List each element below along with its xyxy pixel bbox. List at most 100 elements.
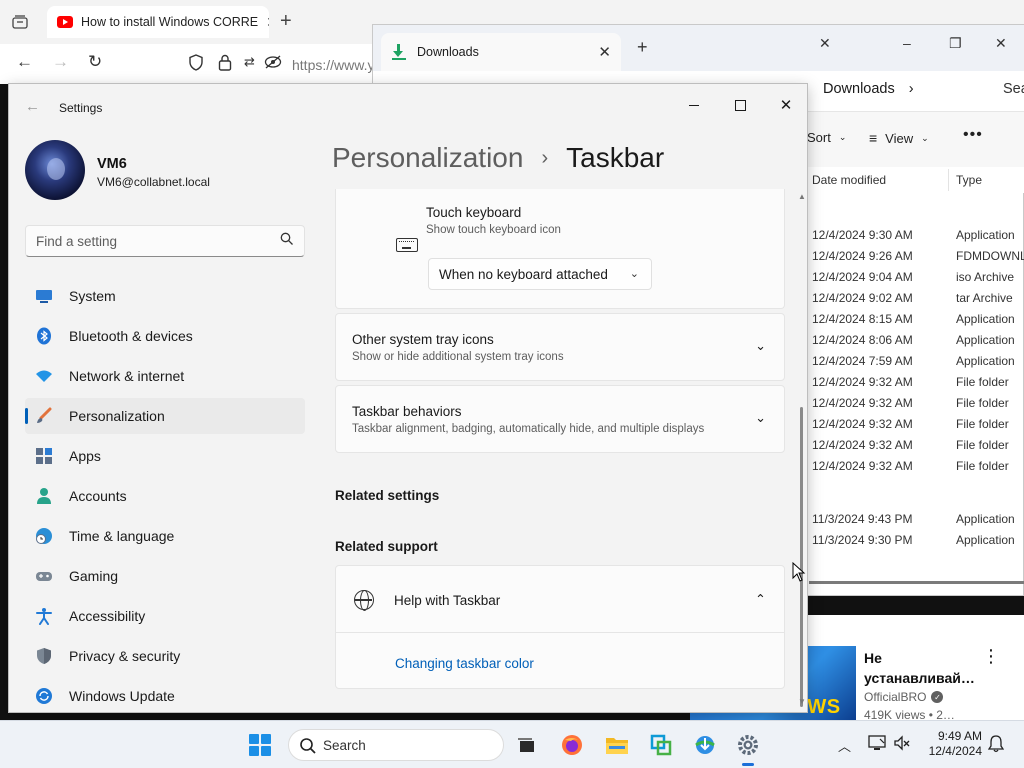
nav-item-accounts[interactable]: Accounts: [25, 478, 305, 514]
more-options-icon[interactable]: •••: [963, 126, 983, 144]
setting-title: Taskbar behaviors: [352, 404, 462, 419]
other-tray-icons-card[interactable]: Other system tray icons Show or hide add…: [335, 313, 785, 381]
user-profile[interactable]: VM6 VM6@collabnet.local: [25, 140, 305, 204]
system-clock[interactable]: 9:49 AM 12/4/2024: [924, 729, 982, 759]
more-options-icon[interactable]: ⋮: [982, 646, 1000, 667]
file-type: Application: [956, 512, 1015, 526]
column-divider[interactable]: [948, 169, 949, 191]
download-manager-icon[interactable]: [690, 730, 720, 760]
notification-bell-icon[interactable]: [987, 735, 1005, 756]
maximize-icon[interactable]: ❐: [949, 35, 962, 52]
close-tab-icon[interactable]: ✕: [266, 14, 269, 31]
video-title[interactable]: Не устанавливай…: [864, 648, 975, 688]
search-icon: [280, 232, 293, 245]
forward-icon[interactable]: →: [52, 52, 69, 72]
tab-actions-icon[interactable]: [8, 10, 32, 34]
setting-subtitle: Show touch keyboard icon: [426, 224, 561, 236]
vm-app-icon[interactable]: [646, 730, 676, 760]
close-button[interactable]: ✕: [763, 90, 807, 120]
nav-item-bluetooth[interactable]: Bluetooth & devices: [25, 318, 305, 354]
nav-item-time-language[interactable]: Time & language: [25, 518, 305, 554]
settings-window: ← Settings ✕ VM6 VM6@collabnet.local Fin…: [8, 83, 808, 713]
nav-label: Bluetooth & devices: [69, 328, 193, 344]
settings-app-icon[interactable]: [733, 730, 763, 766]
help-title[interactable]: Help with Taskbar: [394, 593, 500, 608]
chevron-down-icon: ⌄: [755, 410, 766, 425]
nav-item-accessibility[interactable]: Accessibility: [25, 598, 305, 634]
column-date-modified[interactable]: Date modified: [812, 173, 886, 187]
touch-keyboard-dropdown[interactable]: When no keyboard attached ⌄: [428, 258, 652, 290]
maximize-button[interactable]: [717, 90, 763, 120]
breadcrumb[interactable]: Downloads ›: [823, 81, 914, 97]
taskbar-search-label: Search: [323, 738, 366, 753]
tracking-off-icon[interactable]: [264, 54, 282, 75]
shield-icon[interactable]: [188, 54, 204, 76]
nav-label: Time & language: [69, 528, 175, 544]
gamepad-icon: [36, 572, 52, 581]
volume-muted-icon[interactable]: [893, 735, 911, 754]
nav-item-privacy[interactable]: Privacy & security: [25, 638, 305, 674]
file-type: iso Archive: [956, 270, 1015, 284]
sort-label: Sort: [807, 130, 831, 145]
breadcrumb-item[interactable]: Downloads: [823, 81, 895, 97]
new-tab-button[interactable]: +: [280, 10, 292, 33]
browser-tab[interactable]: How to install Windows CORRE ✕: [47, 6, 269, 38]
back-arrow-icon[interactable]: ←: [25, 98, 40, 115]
chevron-right-icon: ›: [908, 81, 914, 97]
nav-item-gaming[interactable]: Gaming: [25, 558, 305, 594]
minimize-icon[interactable]: ✕: [819, 35, 831, 52]
update-icon: [36, 688, 52, 704]
new-tab-button[interactable]: +: [637, 37, 648, 58]
nav-item-network[interactable]: Network & internet: [25, 358, 305, 394]
avatar[interactable]: [25, 140, 85, 200]
firefox-icon[interactable]: [557, 730, 587, 760]
reload-icon[interactable]: ↻: [88, 52, 102, 72]
setting-title: Touch keyboard: [426, 205, 522, 220]
url-bar[interactable]: https://www.y: [292, 57, 374, 73]
nav-label: Gaming: [69, 568, 119, 584]
file-date: 12/4/2024 9:02 AM: [812, 291, 913, 305]
minimize-button[interactable]: [671, 90, 717, 120]
browser-tab-title: How to install Windows CORRE: [81, 15, 259, 29]
sort-button[interactable]: Sort ⌄: [807, 130, 846, 145]
settings-search-input[interactable]: Find a setting: [25, 225, 305, 257]
apps-icon: [36, 448, 52, 464]
file-date: 12/4/2024 9:32 AM: [812, 375, 913, 389]
start-button[interactable]: [249, 734, 271, 756]
vertical-scrollbar[interactable]: ▲ ▼: [798, 192, 806, 712]
minimize-icon[interactable]: –: [903, 35, 911, 51]
file-date: 12/4/2024 8:06 AM: [812, 333, 913, 347]
bluetooth-icon: [37, 327, 51, 345]
search-placeholder: Find a setting: [36, 234, 118, 249]
view-button[interactable]: ≡ View ⌄: [869, 130, 929, 146]
brush-icon: [37, 407, 52, 423]
scroll-up-icon[interactable]: ▲: [798, 192, 806, 201]
chevron-up-icon[interactable]: ⌄: [755, 590, 766, 606]
horizontal-scrollbar[interactable]: [809, 581, 1024, 584]
file-type: Application: [956, 333, 1015, 347]
chevron-up-icon[interactable]: ︿: [838, 736, 851, 755]
explorer-search[interactable]: Sea: [1003, 81, 1024, 97]
scroll-thumb[interactable]: [800, 407, 803, 707]
video-channel[interactable]: OfficialBRO ✓: [864, 690, 944, 704]
nav-item-personalization[interactable]: Personalization: [25, 398, 305, 434]
taskbar-behaviors-card[interactable]: Taskbar behaviors Taskbar alignment, bad…: [335, 385, 785, 453]
explorer-tab[interactable]: Downloads ✕: [381, 33, 621, 71]
permissions-icon[interactable]: ⇄: [244, 54, 255, 70]
nav-item-windows-update[interactable]: Windows Update: [25, 678, 305, 712]
back-icon[interactable]: ←: [16, 52, 33, 72]
breadcrumb-parent[interactable]: Personalization: [332, 142, 523, 174]
close-icon[interactable]: ✕: [995, 35, 1007, 52]
help-link[interactable]: Changing taskbar color: [395, 656, 534, 671]
nav-item-system[interactable]: System: [25, 278, 305, 314]
lock-icon[interactable]: [218, 54, 232, 76]
nav-item-apps[interactable]: Apps: [25, 438, 305, 474]
close-tab-icon[interactable]: ✕: [598, 43, 611, 61]
taskbar-search[interactable]: Search: [288, 729, 504, 761]
file-explorer-icon[interactable]: [602, 730, 632, 760]
scroll-down-icon[interactable]: ▼: [798, 697, 806, 706]
network-icon[interactable]: [868, 735, 886, 754]
mouse-cursor-icon: [792, 562, 806, 582]
column-type[interactable]: Type: [956, 173, 982, 187]
task-view-icon[interactable]: [512, 730, 542, 760]
